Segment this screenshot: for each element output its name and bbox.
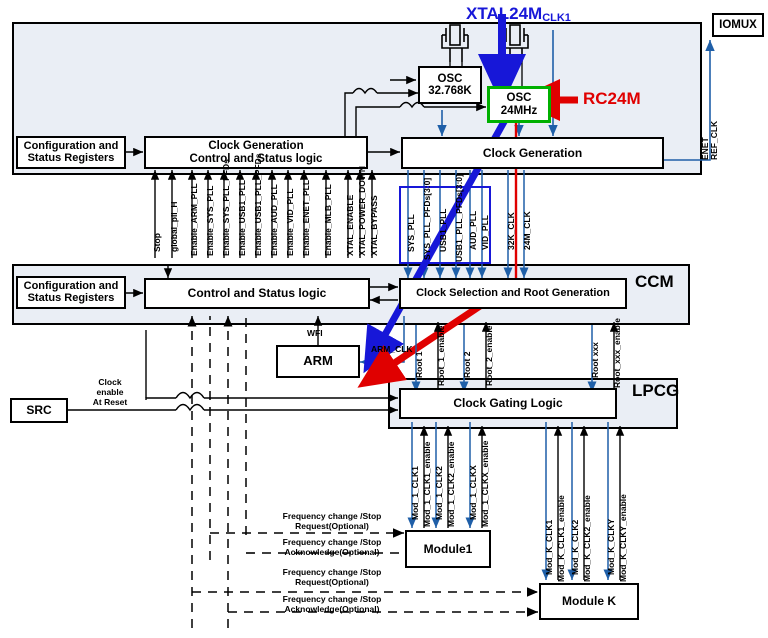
root-label-root-xxx: Root xxx bbox=[590, 342, 600, 378]
signal-label-xtal-power-down: XTAL_POWER_DOWN bbox=[357, 165, 367, 256]
lpcg-title: LPCG bbox=[632, 381, 680, 400]
modk-label-clky: Mod_K_CLKY bbox=[606, 518, 616, 575]
osc-32k-line2: 32.768K bbox=[428, 85, 472, 97]
handshake-acknowledge-modulek: Frequency change /Stop Acknowledge(Optio… bbox=[262, 594, 402, 615]
module1-label: Module1 bbox=[423, 541, 473, 556]
ccm-config-registers-line1: Configuration and bbox=[23, 279, 119, 292]
arm-block[interactable]: ARM bbox=[276, 345, 360, 378]
mod1-label-clk1-enable: Mod_1_CLK1_enable bbox=[422, 441, 432, 528]
mod1-label-clk2: Mod_1_CLK2 bbox=[434, 466, 444, 520]
iomux-label: IOMUX bbox=[719, 18, 757, 31]
iomux-block[interactable]: IOMUX bbox=[712, 13, 764, 37]
root-label-root-2-enable: Root_2_enable bbox=[484, 325, 494, 386]
clock-gating-logic-label: Clock Gating Logic bbox=[453, 396, 563, 411]
mod1-label-clk2-enable: Mod_1_CLK2_enable bbox=[446, 441, 456, 528]
module1-block[interactable]: Module1 bbox=[405, 530, 491, 568]
signal-label-enable-vid-pll: Enable_VID_PLL bbox=[285, 188, 295, 256]
pll-label-vid-pll: VID_PLL bbox=[480, 215, 490, 250]
module-k-block[interactable]: Module K bbox=[539, 583, 639, 620]
ccm-control-logic-label: Control and Status logic bbox=[187, 286, 327, 301]
mod1-label-clkx: Mod_1_CLKX bbox=[468, 465, 478, 520]
clock-enable-at-reset-label: Clock enable At Reset bbox=[80, 377, 140, 407]
config-registers-line1: Configuration and bbox=[23, 139, 119, 152]
osc-32k-line1: OSC bbox=[437, 72, 463, 85]
signal-label-xtal-enable: XTAL_ENABLE bbox=[345, 194, 355, 256]
xtal24m-subscript: CLK1 bbox=[542, 12, 571, 24]
crystal-symbol-left bbox=[441, 24, 469, 62]
wfi-label: WFI bbox=[307, 328, 323, 338]
root-label-root-xxx-enable: Root_xxx_enable bbox=[612, 318, 622, 388]
ccm-control-status-logic[interactable]: Control and Status logic bbox=[144, 278, 370, 309]
src-block[interactable]: SRC bbox=[10, 398, 68, 423]
handshake-request-modulek: Frequency change /Stop Request(Optional) bbox=[262, 567, 402, 588]
osc-24m-line1: OSC bbox=[506, 92, 532, 105]
modk-label-clk2: Mod_K_CLK2 bbox=[570, 519, 580, 575]
root-label-root-1: Root 1 bbox=[414, 351, 424, 378]
signal-label-stop: Stop bbox=[152, 233, 162, 252]
xtal24m-label: XTAL24MCLK1 bbox=[466, 4, 571, 24]
modk-label-clky-enable: Mod_K_CLKY_enable bbox=[618, 494, 628, 582]
signal-label-enable-sys-pll-pfds: Enable_SYS_PLL_PFDs bbox=[221, 159, 231, 256]
clock-selection-label: Clock Selection and Root Generation bbox=[416, 286, 610, 299]
config-status-registers-top[interactable]: Configuration and Status Registers bbox=[16, 136, 126, 169]
pll-label-usb1-pll-pfds: USB1_PLL_PFDs[3:0] bbox=[454, 174, 464, 262]
config-registers-line2: Status Registers bbox=[27, 151, 115, 164]
root-label-root-1-enable: Root_1_enable bbox=[436, 325, 446, 386]
handshake-request-module1: Frequency change /Stop Request(Optional) bbox=[262, 511, 402, 532]
src-label: SRC bbox=[26, 403, 52, 418]
pll-label-sys-pll: SYS_PLL bbox=[406, 214, 416, 252]
clock-label-24m-clk: 24M_CLK bbox=[522, 211, 532, 250]
signal-label-enable-usb1-pll: Enable_USB1_PLL bbox=[237, 179, 247, 256]
signal-label-global-pll-h: global_pll_H bbox=[169, 201, 179, 252]
clock-selection-root-generation[interactable]: Clock Selection and Root Generation bbox=[399, 278, 627, 309]
signal-label-enable-aud-pll: Enable_AUD_PLL bbox=[269, 184, 279, 256]
modk-label-clk2-enable: Mod_K_CLK2_enable bbox=[582, 495, 592, 582]
clock-generation-label: Clock Generation bbox=[482, 145, 583, 160]
root-label-root-2: Root 2 bbox=[462, 351, 472, 378]
clock-gen-control-line1: Clock Generation bbox=[208, 140, 304, 153]
arm-clk-label: ARM_CLK bbox=[371, 344, 413, 354]
handshake-ack-line2-mk: Acknowledge(Optional) bbox=[284, 603, 380, 614]
signal-label-xtal-bypass: XTAL_BYPASS bbox=[369, 195, 379, 256]
modk-label-clk1-enable: Mod_K_CLK1_enable bbox=[556, 495, 566, 582]
clock-generation-block[interactable]: Clock Generation bbox=[401, 137, 664, 169]
modk-label-clk1: Mod_K_CLK1 bbox=[544, 519, 554, 575]
pll-label-sys-pll-pfds: SYS_PLL_PFDs[3:0] bbox=[422, 177, 432, 260]
handshake-acknowledge-module1: Frequency change /Stop Acknowledge(Optio… bbox=[262, 537, 402, 558]
xtal24m-text: XTAL24M bbox=[466, 4, 543, 23]
pll-label-usb1-pll: USB1_PLL bbox=[438, 208, 448, 252]
mod1-label-clk1: Mod_1_CLK1 bbox=[410, 466, 420, 520]
osc-24m-line2: 24MHz bbox=[500, 104, 538, 117]
ccm-config-registers-line2: Status Registers bbox=[27, 291, 115, 304]
osc-32768k-block[interactable]: OSC 32.768K bbox=[418, 66, 482, 104]
handshake-req-line2-m1: Request(Optional) bbox=[295, 520, 369, 531]
handshake-req-line2-mk: Request(Optional) bbox=[295, 576, 369, 587]
ccm-title: CCM bbox=[635, 272, 674, 291]
clock-label-32k-clk: 32K_CLK bbox=[506, 212, 516, 250]
module-k-label: Module K bbox=[562, 594, 616, 609]
signal-label-enable-enet-pll: Enable_ENET_PLL bbox=[301, 179, 311, 256]
enet-ref-clk-label-line2: REF_CLK bbox=[709, 120, 719, 160]
signal-label-enable-mlb-pll: Enable_MLB_PLL bbox=[323, 184, 333, 256]
arm-label: ARM bbox=[303, 353, 333, 369]
pll-label-aud-pll: AUD_PLL bbox=[468, 210, 478, 250]
clock-architecture-diagram: Configuration and Status Registers Clock… bbox=[0, 0, 768, 638]
osc-24mhz-block[interactable]: OSC 24MHz bbox=[487, 86, 551, 123]
signal-label-enable-arm-pll: Enable_ARM_PLL bbox=[189, 183, 199, 256]
mod1-label-clkx-enable: Mod_1_CLKX_enable bbox=[480, 440, 490, 527]
handshake-ack-line2-m1: Acknowledge(Optional) bbox=[284, 546, 380, 557]
config-status-registers-ccm[interactable]: Configuration and Status Registers bbox=[16, 276, 126, 309]
clock-gating-logic[interactable]: Clock Gating Logic bbox=[399, 388, 617, 419]
rc24m-label: RC24M bbox=[583, 89, 641, 108]
signal-label-enable-sys-pll: Enable_SYS_PLL bbox=[205, 185, 215, 256]
clock-enable-line3: At Reset bbox=[92, 396, 128, 407]
signal-label-enable-usb1-pll-pfds: Enable_USB1_PLL_PFDs bbox=[253, 153, 263, 256]
